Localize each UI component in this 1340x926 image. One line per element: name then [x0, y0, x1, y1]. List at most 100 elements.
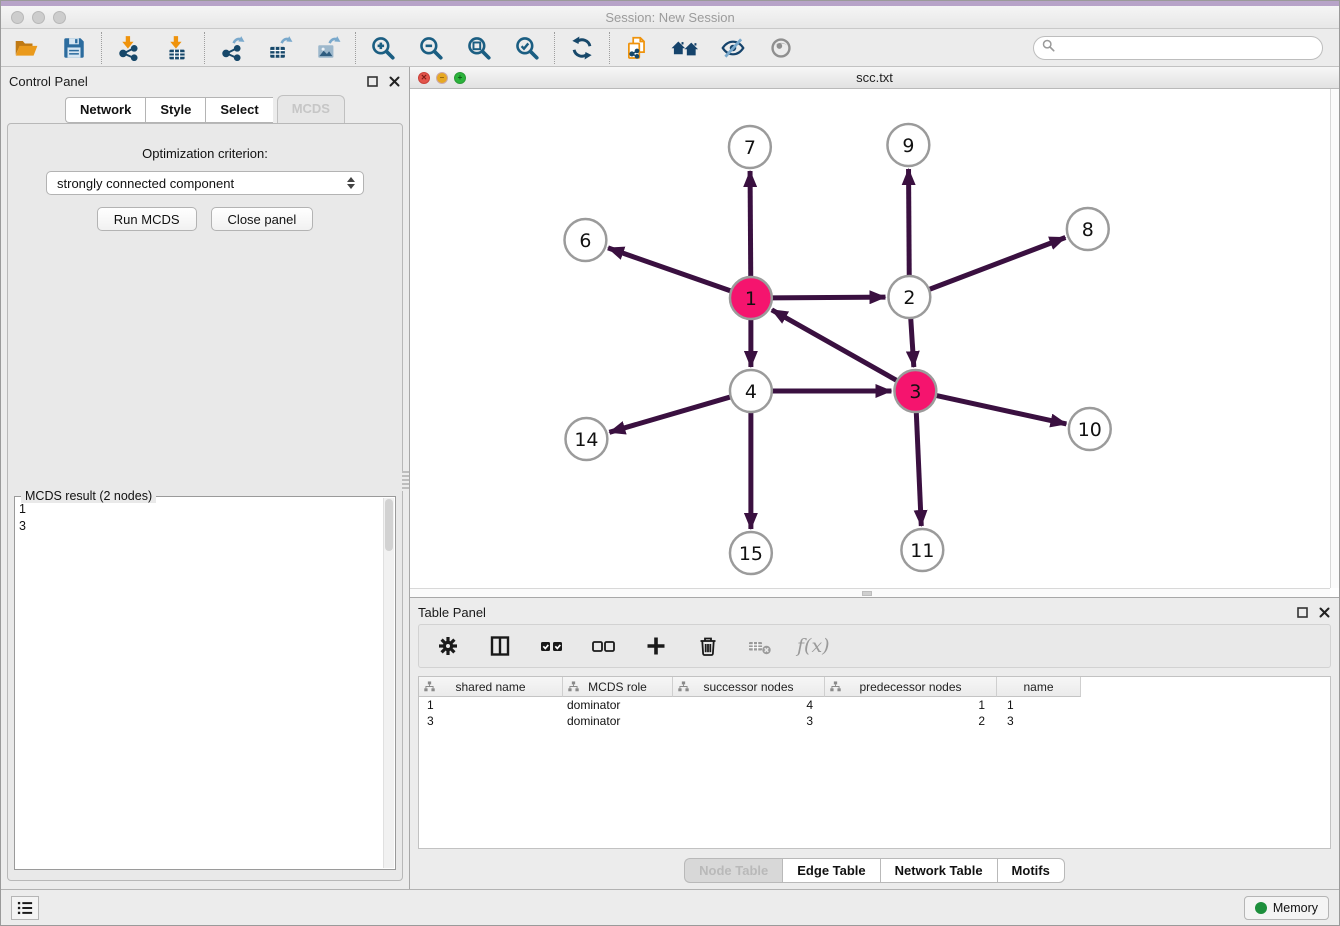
search-field[interactable] — [1033, 36, 1323, 60]
tab-style[interactable]: Style — [145, 97, 205, 123]
select-stepper-icon — [347, 177, 355, 189]
eye-slash-icon[interactable] — [718, 33, 748, 63]
table-cell[interactable]: 3 — [673, 713, 825, 729]
table-panel-header: Table Panel — [418, 603, 1331, 621]
splitter-grip[interactable] — [402, 471, 409, 491]
close-panel-button[interactable]: Close panel — [211, 207, 314, 231]
table-cell[interactable]: 3 — [419, 713, 563, 729]
table-panel-title: Table Panel — [418, 605, 486, 620]
zoom-fit-icon[interactable] — [464, 33, 494, 63]
table-toolbar: f(x) — [418, 624, 1331, 668]
run-mcds-button[interactable]: Run MCDS — [97, 207, 197, 231]
optimization-criterion-label: Optimization criterion: — [8, 146, 402, 161]
graph-node-label: 8 — [1082, 219, 1094, 241]
table-cell[interactable]: 2 — [825, 713, 997, 729]
graph-node-label: 15 — [739, 543, 763, 565]
graph-edge-3-11[interactable] — [916, 411, 921, 526]
table-panel: Table Panel f(x) shared nameMCDS rolesuc… — [410, 597, 1339, 889]
table-row[interactable]: 3dominator323 — [419, 713, 1330, 729]
export-table-icon[interactable] — [265, 33, 295, 63]
column-header-predecessor-nodes[interactable]: predecessor nodes — [825, 677, 997, 697]
tab-select[interactable]: Select — [205, 97, 272, 123]
float-panel-icon[interactable] — [365, 74, 379, 88]
graph-edge-3-10[interactable] — [935, 395, 1067, 424]
table-delete-icon — [745, 631, 775, 661]
zoom-out-icon[interactable] — [416, 33, 446, 63]
houses-icon[interactable] — [670, 33, 700, 63]
save-icon[interactable] — [59, 33, 89, 63]
graph-edge-3-1[interactable] — [772, 310, 898, 381]
plus-icon[interactable] — [641, 631, 671, 661]
graph-edge-2-8[interactable] — [928, 238, 1065, 290]
graph-node-label: 6 — [579, 230, 591, 252]
network-vertical-scrollbar[interactable] — [1330, 89, 1339, 588]
unchecked-boxes-icon[interactable] — [589, 631, 619, 661]
tab-motifs[interactable]: Motifs — [997, 858, 1065, 883]
table-cell[interactable]: 1 — [825, 697, 997, 713]
column-header-shared-name[interactable]: shared name — [419, 677, 563, 697]
import-table-icon[interactable] — [162, 33, 192, 63]
zoom-in-icon[interactable] — [368, 33, 398, 63]
graph-edge-1-7[interactable] — [750, 171, 751, 278]
network-canvas[interactable]: 7968124314101511 — [410, 89, 1330, 588]
table-row[interactable]: 1dominator411 — [419, 697, 1330, 713]
export-image-icon[interactable] — [313, 33, 343, 63]
column-header-name[interactable]: name — [997, 677, 1081, 697]
import-network-icon[interactable] — [114, 33, 144, 63]
zoom-selected-icon[interactable] — [512, 33, 542, 63]
table-tabs: Node TableEdge TableNetwork TableMotifs — [410, 858, 1339, 883]
node-table: shared nameMCDS rolesuccessor nodesprede… — [418, 676, 1331, 849]
export-network-icon[interactable] — [217, 33, 247, 63]
graph-node-label: 14 — [574, 429, 598, 451]
tab-network[interactable]: Network — [65, 97, 145, 123]
split-view-icon[interactable] — [485, 631, 515, 661]
float-panel-icon[interactable] — [1295, 605, 1309, 619]
main-titlebar: Session: New Session — [1, 6, 1339, 29]
refresh-icon[interactable] — [567, 33, 597, 63]
gear-icon[interactable] — [433, 631, 463, 661]
graph-edge-1-6[interactable] — [608, 248, 732, 291]
graph-edge-2-3[interactable] — [911, 317, 914, 367]
tab-node-table[interactable]: Node Table — [684, 858, 782, 883]
table-cell[interactable]: 3 — [997, 713, 1081, 729]
graph-edge-4-14[interactable] — [609, 397, 731, 433]
graph-edge-2-9[interactable] — [909, 169, 910, 277]
result-scrollbar[interactable] — [383, 498, 394, 868]
graph-node-label: 1 — [745, 288, 757, 310]
selected-option: strongly connected component — [57, 176, 234, 191]
eye-icon[interactable] — [766, 33, 796, 63]
table-cell[interactable]: 1 — [997, 697, 1081, 713]
toolbar-separator — [609, 32, 610, 64]
checked-boxes-icon[interactable] — [537, 631, 567, 661]
toolbar-separator — [204, 32, 205, 64]
table-cell[interactable]: 1 — [419, 697, 563, 713]
table-cell[interactable]: dominator — [563, 697, 673, 713]
network-view-window: ✕ – + scc.txt 7968124314101511 — [410, 67, 1339, 597]
column-header-mcds-role[interactable]: MCDS role — [563, 677, 673, 697]
memory-status-icon — [1255, 902, 1267, 914]
graph-edge-1-2[interactable] — [771, 297, 886, 298]
open-folder-icon[interactable] — [11, 33, 41, 63]
close-panel-icon[interactable] — [387, 74, 401, 88]
tab-mcds[interactable]: MCDS — [277, 95, 345, 123]
tab-edge-table[interactable]: Edge Table — [782, 858, 879, 883]
table-cell[interactable]: dominator — [563, 713, 673, 729]
mcds-result-group: MCDS result (2 nodes) 1 3 — [14, 496, 396, 870]
task-list-icon[interactable] — [11, 896, 39, 920]
main-toolbar — [1, 29, 1339, 67]
control-panel-header: Control Panel — [9, 72, 401, 90]
graph-node-label: 7 — [744, 137, 756, 159]
search-input[interactable] — [1060, 41, 1314, 55]
network-horizontal-scrollbar[interactable] — [410, 588, 1330, 597]
function-builder-icon[interactable]: f(x) — [797, 635, 830, 657]
tab-network-table[interactable]: Network Table — [880, 858, 997, 883]
memory-button[interactable]: Memory — [1244, 896, 1329, 920]
graph-node-label: 11 — [910, 540, 934, 562]
table-cell[interactable]: 4 — [673, 697, 825, 713]
optimization-criterion-select[interactable]: strongly connected component — [46, 171, 364, 195]
mcds-result-text[interactable]: 1 3 — [19, 501, 381, 867]
column-header-successor-nodes[interactable]: successor nodes — [673, 677, 825, 697]
close-panel-icon[interactable] — [1317, 605, 1331, 619]
trash-icon[interactable] — [693, 631, 723, 661]
copy-network-icon[interactable] — [622, 33, 652, 63]
